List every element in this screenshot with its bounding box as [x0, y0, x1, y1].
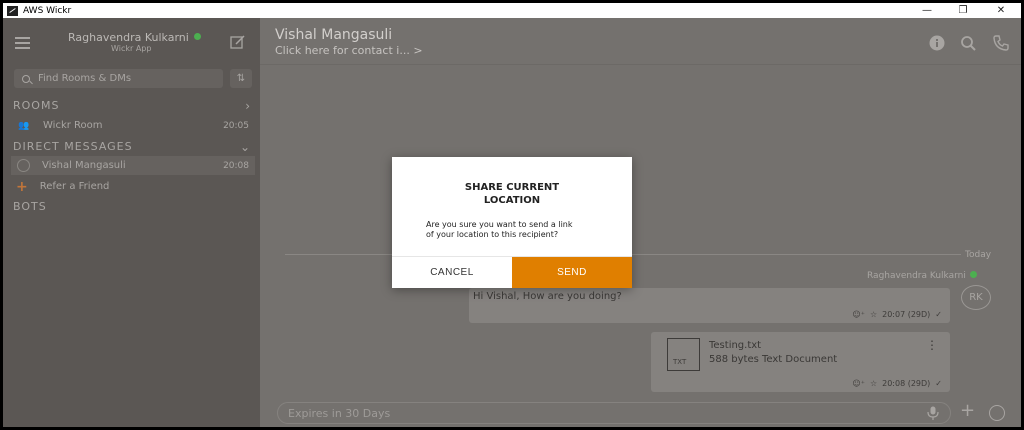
sidebar-item-wickr-room[interactable]: 👥 Wickr Room 20:05	[11, 116, 255, 135]
delivered-check-icon: ✓	[935, 379, 942, 388]
search-icon[interactable]	[960, 35, 976, 51]
window-title: AWS Wickr	[23, 5, 72, 16]
dialog-title: SHARE CURRENT LOCATION	[464, 182, 560, 206]
search-icon	[22, 74, 30, 83]
message-time: 20:08 (29D)	[882, 379, 931, 388]
search-placeholder: Find Rooms & DMs	[38, 73, 132, 84]
app-logo-icon	[7, 5, 18, 16]
contact-name[interactable]: Vishal Mangasuli	[275, 27, 392, 43]
day-label: Today	[965, 250, 992, 260]
online-status-dot	[193, 33, 201, 40]
message-meta: ☺⁺ ☆ 20:08 (29D) ✓	[852, 379, 942, 388]
header-divider	[260, 64, 1021, 65]
file-message-bubble[interactable]: TXT Testing.txt 588 bytes Text Document …	[651, 332, 950, 392]
sidebar-item-vishal-mangasuli[interactable]: Vishal Mangasuli 20:08	[11, 156, 255, 175]
info-icon[interactable]	[929, 35, 945, 51]
sort-button[interactable]: ⇅	[230, 69, 252, 88]
more-options-icon[interactable]: ⋮	[926, 338, 938, 352]
online-status-dot	[969, 271, 977, 278]
restore-button[interactable]: ❐	[945, 3, 981, 18]
sidebar: Raghavendra Kulkarni Wickr App Find Room…	[3, 18, 260, 427]
message-bubble[interactable]: Hi Vishal, How are you doing? ☺⁺ ☆ 20:07…	[469, 288, 950, 323]
message-meta: ☺⁺ ☆ 20:07 (29D) ✓	[852, 310, 942, 319]
room-label: Wickr Room	[43, 120, 103, 131]
file-size: 588 bytes Text Document	[709, 354, 838, 365]
star-icon[interactable]: ☆	[870, 310, 877, 319]
delivered-check-icon: ✓	[935, 310, 942, 319]
cancel-button[interactable]: CANCEL	[392, 257, 512, 288]
chevron-right-icon: ›	[245, 99, 251, 113]
message-input[interactable]: Expires in 30 Days	[277, 402, 951, 424]
search-input[interactable]: Find Rooms & DMs	[14, 69, 223, 88]
rooms-header[interactable]: ROOMS ›	[13, 99, 251, 113]
plus-icon: +	[16, 178, 28, 195]
sender-label: Raghavendra Kulkarni	[867, 271, 977, 281]
chevron-down-icon: ⌄	[239, 140, 251, 154]
group-icon: 👥	[18, 120, 30, 131]
close-button[interactable]: ✕	[983, 3, 1019, 18]
star-icon[interactable]: ☆	[870, 379, 877, 388]
minimize-button[interactable]: —	[909, 3, 945, 18]
dialog-message: Are you sure you want to send a link of …	[426, 220, 573, 239]
add-attachment-button[interactable]: +	[960, 400, 975, 421]
compose-icon[interactable]	[230, 35, 246, 49]
send-button[interactable]: SEND	[512, 257, 632, 288]
message-time: 20:07 (29D)	[882, 310, 931, 319]
dm-header[interactable]: DIRECT MESSAGES ⌄	[13, 140, 251, 154]
bots-header[interactable]: BOTS	[13, 200, 251, 213]
menu-icon[interactable]	[15, 37, 30, 49]
emoji-icon[interactable]	[989, 405, 1005, 421]
avatar[interactable]: RK	[961, 285, 991, 310]
contact-info-link[interactable]: Click here for contact i... >	[275, 44, 423, 57]
phone-icon[interactable]	[993, 35, 1009, 51]
file-name[interactable]: Testing.txt	[709, 340, 761, 351]
add-reaction-icon[interactable]: ☺⁺	[852, 310, 865, 319]
microphone-icon[interactable]	[927, 406, 939, 420]
user-subtitle: Wickr App	[111, 44, 152, 53]
user-name: Raghavendra Kulkarni	[68, 31, 201, 44]
file-icon[interactable]: TXT	[667, 338, 700, 371]
dm-time: 20:08	[223, 160, 249, 171]
title-bar: AWS Wickr — ❐ ✕	[3, 3, 1021, 18]
room-time: 20:05	[223, 120, 249, 131]
chat-pane: Vishal Mangasuli Click here for contact …	[260, 18, 1021, 427]
refer-friend-item[interactable]: + Refer a Friend	[11, 177, 255, 196]
refer-label: Refer a Friend	[39, 181, 110, 192]
dm-label: Vishal Mangasuli	[42, 160, 126, 171]
dm-avatar	[17, 159, 30, 172]
share-location-dialog: SHARE CURRENT LOCATION Are you sure you …	[392, 157, 632, 288]
message-text: Hi Vishal, How are you doing?	[473, 291, 622, 302]
add-reaction-icon[interactable]: ☺⁺	[852, 379, 865, 388]
